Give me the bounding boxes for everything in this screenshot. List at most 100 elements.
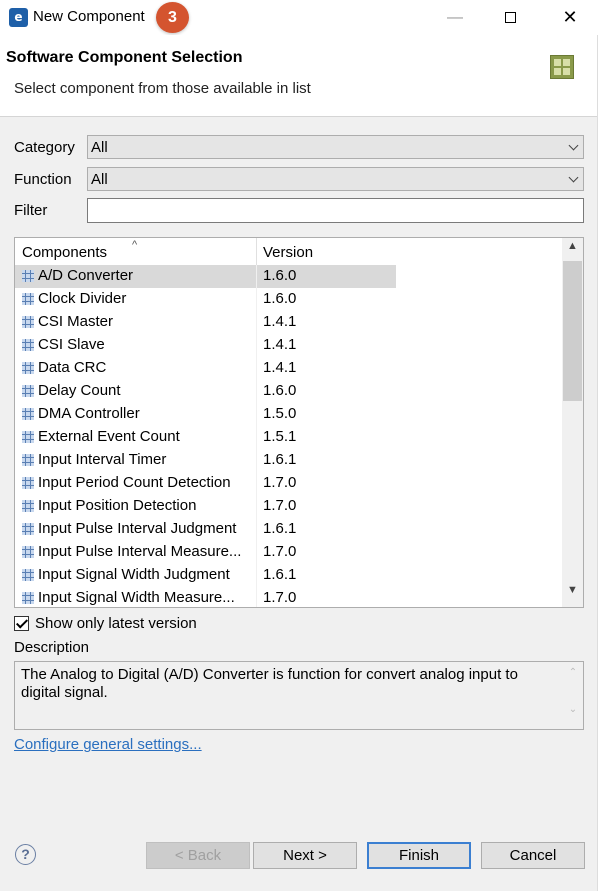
page-subtitle: Select component from those available in… [14,80,311,97]
sort-ascending-icon: ^ [132,239,138,251]
component-icon [22,362,34,374]
title-bar: e New Component 3 — ✕ [0,0,603,35]
table-row[interactable]: Input Pulse Interval Judgment 1.6.1 [15,518,562,541]
minimize-button[interactable]: — [432,0,478,35]
vertical-scrollbar[interactable]: ▲ ▼ [562,238,583,607]
component-icon [22,408,34,420]
component-version: 1.7.0 [263,474,297,491]
table-row[interactable]: Input Interval Timer 1.6.1 [15,449,562,472]
category-dropdown[interactable]: All [87,135,584,159]
close-button[interactable]: ✕ [547,0,593,35]
component-version: 1.4.1 [263,313,297,330]
component-name: CSI Master [38,313,114,330]
table-row[interactable]: Input Period Count Detection 1.7.0 [15,472,562,495]
function-label: Function [14,171,72,188]
component-icon [22,592,34,604]
show-latest-checkbox[interactable] [14,616,29,631]
component-banner-icon [550,55,574,79]
cancel-button[interactable]: Cancel [481,842,585,869]
table-row[interactable]: CSI Slave 1.4.1 [15,334,562,357]
description-label: Description [14,639,90,656]
column-header-version[interactable]: Version [257,238,397,265]
table-row[interactable]: Input Position Detection 1.7.0 [15,495,562,518]
component-name: Input Pulse Interval Measure... [38,543,242,560]
scroll-up-icon[interactable]: ⌃ [563,667,583,678]
category-label: Category [14,139,75,156]
column-divider [256,380,257,403]
component-icon [22,431,34,443]
component-icon [22,339,34,351]
filter-label: Filter [14,202,48,219]
component-icon [22,477,34,489]
component-name: A/D Converter [38,267,134,284]
component-version: 1.7.0 [263,497,297,514]
column-divider [256,564,257,587]
table-row[interactable]: Input Signal Width Measure... 1.7.0 [15,587,562,607]
component-version: 1.4.1 [263,359,297,376]
component-version: 1.4.1 [263,336,297,353]
table-row[interactable]: Data CRC 1.4.1 [15,357,562,380]
table-row[interactable]: Clock Divider 1.6.0 [15,288,562,311]
maximize-button[interactable] [487,0,533,35]
table-row[interactable]: DMA Controller 1.5.0 [15,403,562,426]
function-value: All [91,171,108,188]
column-divider [256,357,257,380]
component-icon [22,500,34,512]
scroll-up-icon[interactable]: ▲ [562,240,583,261]
scrollbar-thumb[interactable] [563,261,582,401]
component-name: Delay Count [38,382,121,399]
table-row[interactable]: Input Pulse Interval Measure... 1.7.0 [15,541,562,564]
description-scrollbar[interactable]: ⌃ ⌄ [563,662,583,729]
component-name: Input Pulse Interval Judgment [38,520,237,537]
component-version: 1.6.1 [263,520,297,537]
column-divider [256,518,257,541]
component-version: 1.6.1 [263,566,297,583]
function-dropdown[interactable]: All [87,167,584,191]
show-latest-label[interactable]: Show only latest version [35,615,197,632]
component-icon [22,316,34,328]
column-header-components[interactable]: Components ^ [15,238,257,265]
category-value: All [91,139,108,156]
configure-settings-link[interactable]: Configure general settings... [14,736,202,753]
column-divider [256,288,257,311]
component-icon [22,293,34,305]
help-icon[interactable]: ? [15,844,36,865]
scroll-down-icon[interactable]: ⌄ [563,704,583,715]
filter-input[interactable] [87,198,584,223]
component-name: Data CRC [38,359,107,376]
components-table[interactable]: Components ^ Version A/D Converter 1.6.0 C… [14,237,584,608]
component-icon [22,385,34,397]
column-divider [256,334,257,357]
page-title: Software Component Selection [6,49,243,66]
column-divider [256,541,257,564]
component-icon [22,270,34,282]
component-version: 1.6.0 [263,267,297,284]
app-icon: e [9,8,28,27]
back-button[interactable]: < Back [146,842,250,869]
next-button[interactable]: Next > [253,842,357,869]
table-row[interactable]: A/D Converter 1.6.0 [15,265,396,288]
table-row[interactable]: CSI Master 1.4.1 [15,311,562,334]
maximize-icon [504,12,516,23]
component-version: 1.7.0 [263,589,297,606]
description-text: The Analog to Digital (A/D) Converter is… [21,666,518,701]
chevron-down-icon [568,172,579,183]
table-row[interactable]: External Event Count 1.5.1 [15,426,562,449]
component-name: Input Signal Width Judgment [38,566,230,583]
component-version: 1.5.0 [263,405,297,422]
column-divider [256,495,257,518]
component-icon [22,454,34,466]
component-icon [22,546,34,558]
component-version: 1.5.1 [263,428,297,445]
component-name: CSI Slave [38,336,105,353]
component-icon [22,569,34,581]
table-row[interactable]: Delay Count 1.6.0 [15,380,562,403]
component-icon [22,523,34,535]
component-name: External Event Count [38,428,180,445]
column-divider [256,449,257,472]
component-name: Clock Divider [38,290,127,307]
wizard-header: Software Component Selection Select comp… [0,35,603,117]
finish-button[interactable]: Finish [367,842,471,869]
table-row[interactable]: Input Signal Width Judgment 1.6.1 [15,564,562,587]
scroll-down-icon[interactable]: ▼ [562,584,583,605]
